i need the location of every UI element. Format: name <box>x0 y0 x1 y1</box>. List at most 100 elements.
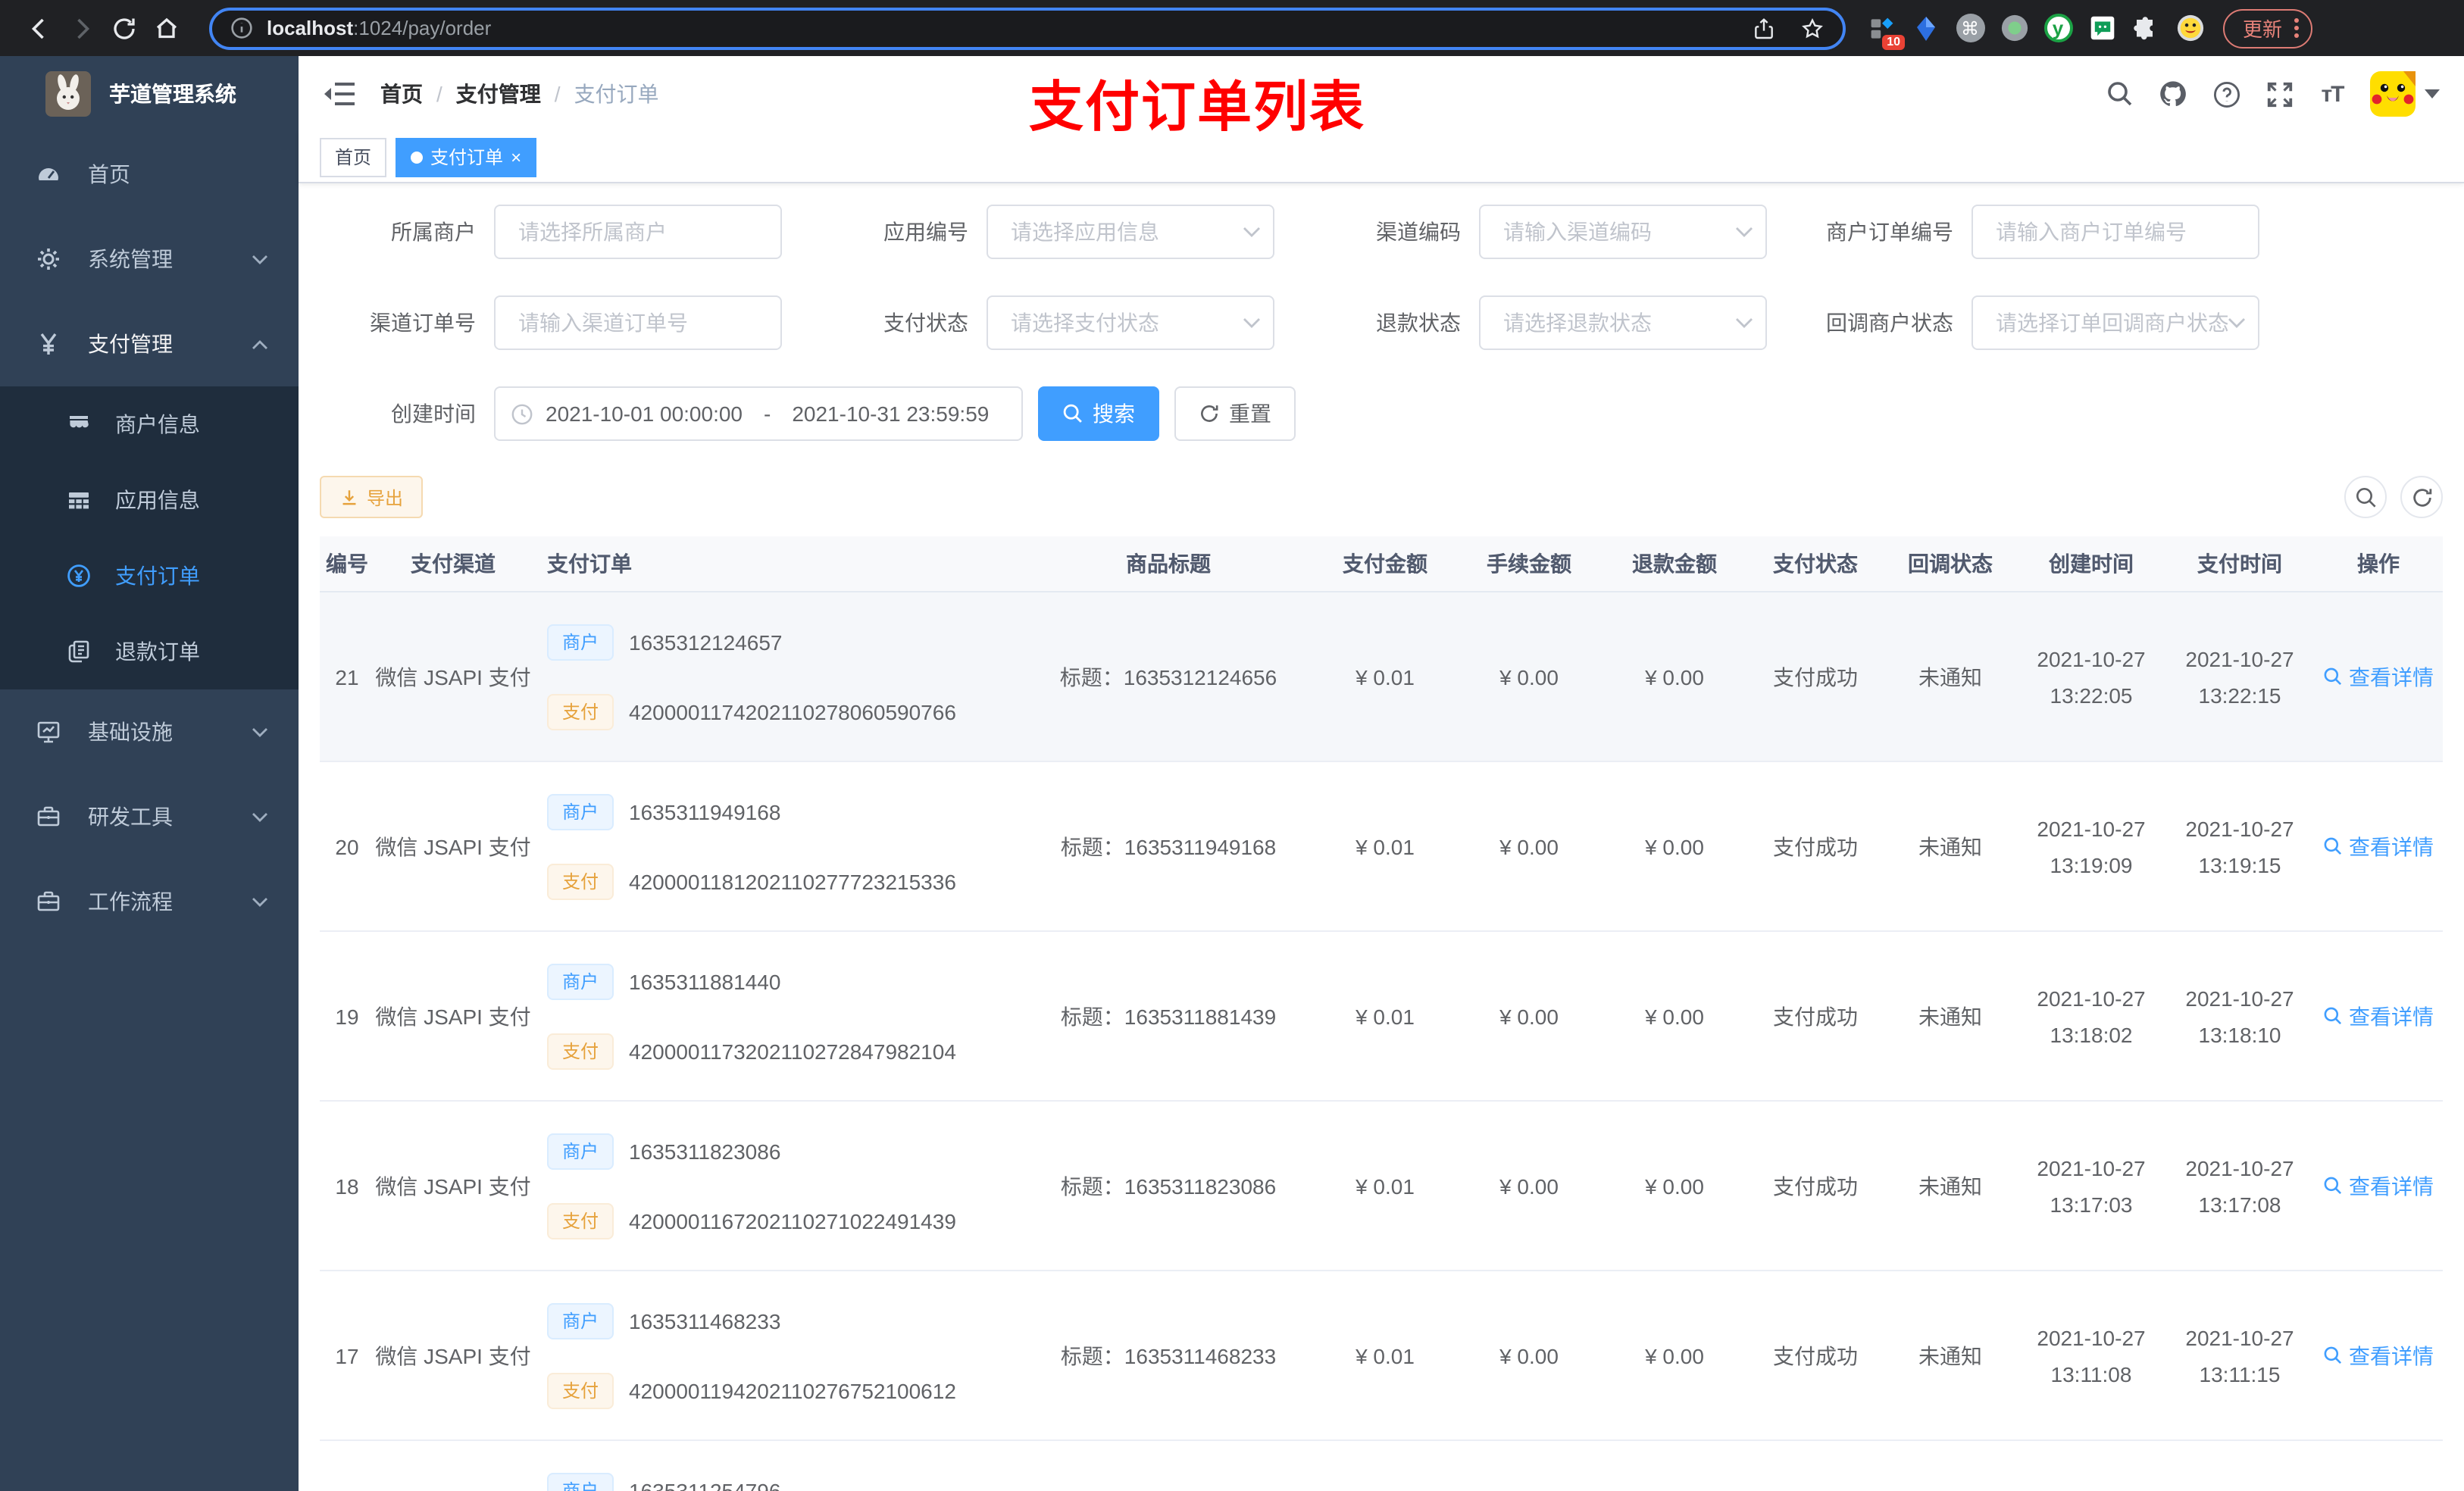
sidebar-item-home[interactable]: 首页 <box>0 132 299 217</box>
app-logo-row[interactable]: 芋道管理系统 <box>0 56 299 132</box>
sidebar-item-infrastructure[interactable]: 基础设施 <box>0 689 299 774</box>
extension-y-icon[interactable]: y <box>2043 13 2073 43</box>
close-icon[interactable]: × <box>511 148 521 166</box>
table-row-partial[interactable]: 商户1635311254796 支付 <box>320 1441 2443 1491</box>
view-detail-link[interactable]: 查看详情 <box>2323 1340 2434 1371</box>
share-icon[interactable] <box>1752 16 1776 40</box>
date-start: 2021-10-01 00:00:00 <box>546 402 743 426</box>
cell-paid: 2021-10-27 13:11:15 <box>2185 1325 2294 1386</box>
extension-chat-icon[interactable] <box>2087 13 2117 43</box>
table-row[interactable]: 20 微信 JSAPI 支付 商户 1635311949168 支付 4200001… <box>320 762 2443 932</box>
cell-id: 21 <box>335 664 359 689</box>
cell-channel: 微信 JSAPI 支付 <box>375 1004 531 1028</box>
site-info-icon[interactable] <box>230 17 253 39</box>
cell-status: 支付成功 <box>1773 1004 1858 1028</box>
cell-fee: ¥ 0.00 <box>1499 664 1559 689</box>
channel-order-no-input[interactable] <box>494 295 782 350</box>
view-detail-link[interactable]: 查看详情 <box>2323 831 2434 861</box>
extension-tabs-icon[interactable]: 10 <box>1867 13 1905 49</box>
browser-menu-icon[interactable] <box>2294 18 2300 38</box>
search-button[interactable]: 搜索 <box>1038 386 1159 441</box>
help-icon[interactable] <box>2211 79 2241 109</box>
sidebar-item-system[interactable]: 系统管理 <box>0 217 299 302</box>
merchant-no: 1635311949168 <box>629 799 781 824</box>
cell-channel: 微信 JSAPI 支付 <box>375 1343 531 1368</box>
address-bar[interactable]: localhost:1024/pay/order <box>209 7 1846 49</box>
app-logo <box>45 71 91 117</box>
hamburger-icon[interactable] <box>323 80 356 108</box>
sidebar-item-app-info[interactable]: 应用信息 <box>0 462 299 538</box>
cell-pay-order: 商户 1635311468233 支付 4200001194202110276752… <box>532 1302 1023 1408</box>
fullscreen-icon[interactable] <box>2264 79 2294 109</box>
sidebar-item-label: 首页 <box>88 162 130 186</box>
merchant-no: 1635311468233 <box>629 1308 781 1333</box>
merchant-no: 1635311881440 <box>629 969 781 993</box>
col-id: 编号 <box>326 552 368 576</box>
bookmark-star-icon[interactable] <box>1800 16 1825 40</box>
pay-tag: 支付 <box>547 1202 614 1239</box>
refresh-table-button[interactable] <box>2400 476 2443 518</box>
sidebar-item-workflow[interactable]: 工作流程 <box>0 859 299 944</box>
user-menu[interactable] <box>2370 71 2440 117</box>
breadcrumb-payment[interactable]: 支付管理 <box>456 79 541 109</box>
cell-fee: ¥ 0.00 <box>1499 1343 1559 1368</box>
app-id-select[interactable]: 请选择应用信息 <box>987 205 1274 259</box>
notify-status-select[interactable]: 请选择订单回调商户状态 <box>1972 295 2259 350</box>
browser-reload-icon[interactable] <box>103 7 145 49</box>
table-row[interactable]: 21 微信 JSAPI 支付 商户 1635312124657 支付 4200001… <box>320 592 2443 762</box>
cell-refund: ¥ 0.00 <box>1645 1343 1704 1368</box>
extension-badge: 10 <box>1882 34 1905 49</box>
browser-home-icon[interactable] <box>145 7 188 49</box>
extension-recorder-icon[interactable] <box>1999 13 2029 43</box>
search-icon <box>1063 404 1082 423</box>
filter-label: 退款状态 <box>1376 311 1461 335</box>
reset-button[interactable]: 重置 <box>1174 386 1296 441</box>
merchant-order-no-input[interactable] <box>1972 205 2259 259</box>
tag-home[interactable]: 首页 <box>320 137 387 177</box>
cell-created: 2021-10-27 13:11:08 <box>2037 1325 2146 1386</box>
sidebar-item-refund-order[interactable]: 退款订单 <box>0 614 299 689</box>
breadcrumb-home[interactable]: 首页 <box>380 79 423 109</box>
export-button[interactable]: 导出 <box>320 476 424 518</box>
tag-pay-order[interactable]: 支付订单 × <box>396 137 537 177</box>
sidebar-item-label: 应用信息 <box>115 488 200 512</box>
payment-submenu: 商户信息 应用信息 支付订单 退款订单 <box>0 386 299 689</box>
merchant-input[interactable] <box>494 205 782 259</box>
cell-id: 19 <box>335 1004 359 1028</box>
extension-emoji-icon[interactable] <box>2175 13 2205 43</box>
view-detail-link[interactable]: 查看详情 <box>2323 661 2434 692</box>
refresh-icon <box>2412 488 2431 506</box>
sidebar-item-payment[interactable]: 支付管理 <box>0 302 299 386</box>
toggle-search-button[interactable] <box>2344 476 2387 518</box>
extension-command-icon[interactable]: ⌘ <box>1955 13 1985 43</box>
browser-update-label: 更新 <box>2243 18 2283 41</box>
table-row[interactable]: 19 微信 JSAPI 支付 商户 1635311881440 支付 4200001… <box>320 932 2443 1102</box>
cell-status: 支付成功 <box>1773 664 1858 689</box>
browser-forward-icon[interactable] <box>61 7 103 49</box>
chevron-down-icon <box>252 727 268 737</box>
search-icon[interactable] <box>2105 79 2135 109</box>
github-icon[interactable] <box>2158 79 2188 109</box>
extension-puzzle-icon[interactable] <box>2131 13 2161 43</box>
refund-status-select[interactable]: 请选择退款状态 <box>1479 295 1767 350</box>
pay-status-select[interactable]: 请选择支付状态 <box>987 295 1274 350</box>
extension-kite-icon[interactable] <box>1911 13 1941 43</box>
col-notify: 回调状态 <box>1908 552 1993 576</box>
font-size-icon[interactable]: ᴛT <box>2317 79 2347 109</box>
sidebar-item-pay-order[interactable]: 支付订单 <box>0 538 299 614</box>
browser-update-button[interactable]: 更新 <box>2223 8 2313 48</box>
sidebar-item-dev-tools[interactable]: 研发工具 <box>0 774 299 859</box>
filter-label: 回调商户状态 <box>1826 311 1953 335</box>
browser-back-icon[interactable] <box>18 7 61 49</box>
table-row[interactable]: 17 微信 JSAPI 支付 商户 1635311468233 支付 4200001… <box>320 1271 2443 1441</box>
channel-code-select[interactable]: 请输入渠道编码 <box>1479 205 1767 259</box>
sidebar-item-merchant-info[interactable]: 商户信息 <box>0 386 299 462</box>
view-detail-link[interactable]: 查看详情 <box>2323 1001 2434 1031</box>
cell-pay-order: 商户 1635311881440 支付 4200001173202110272847… <box>532 963 1023 1069</box>
view-detail-link[interactable]: 查看详情 <box>2323 1171 2434 1201</box>
cell-amount: ¥ 0.01 <box>1356 1174 1415 1198</box>
table-row[interactable]: 18 微信 JSAPI 支付 商户 1635311823086 支付 4200001… <box>320 1102 2443 1271</box>
date-range-input[interactable]: 2021-10-01 00:00:00 - 2021-10-31 23:59:5… <box>494 386 1023 441</box>
cell-paid: 2021-10-27 13:18:10 <box>2185 986 2294 1046</box>
cell-amount: ¥ 0.01 <box>1356 1004 1415 1028</box>
